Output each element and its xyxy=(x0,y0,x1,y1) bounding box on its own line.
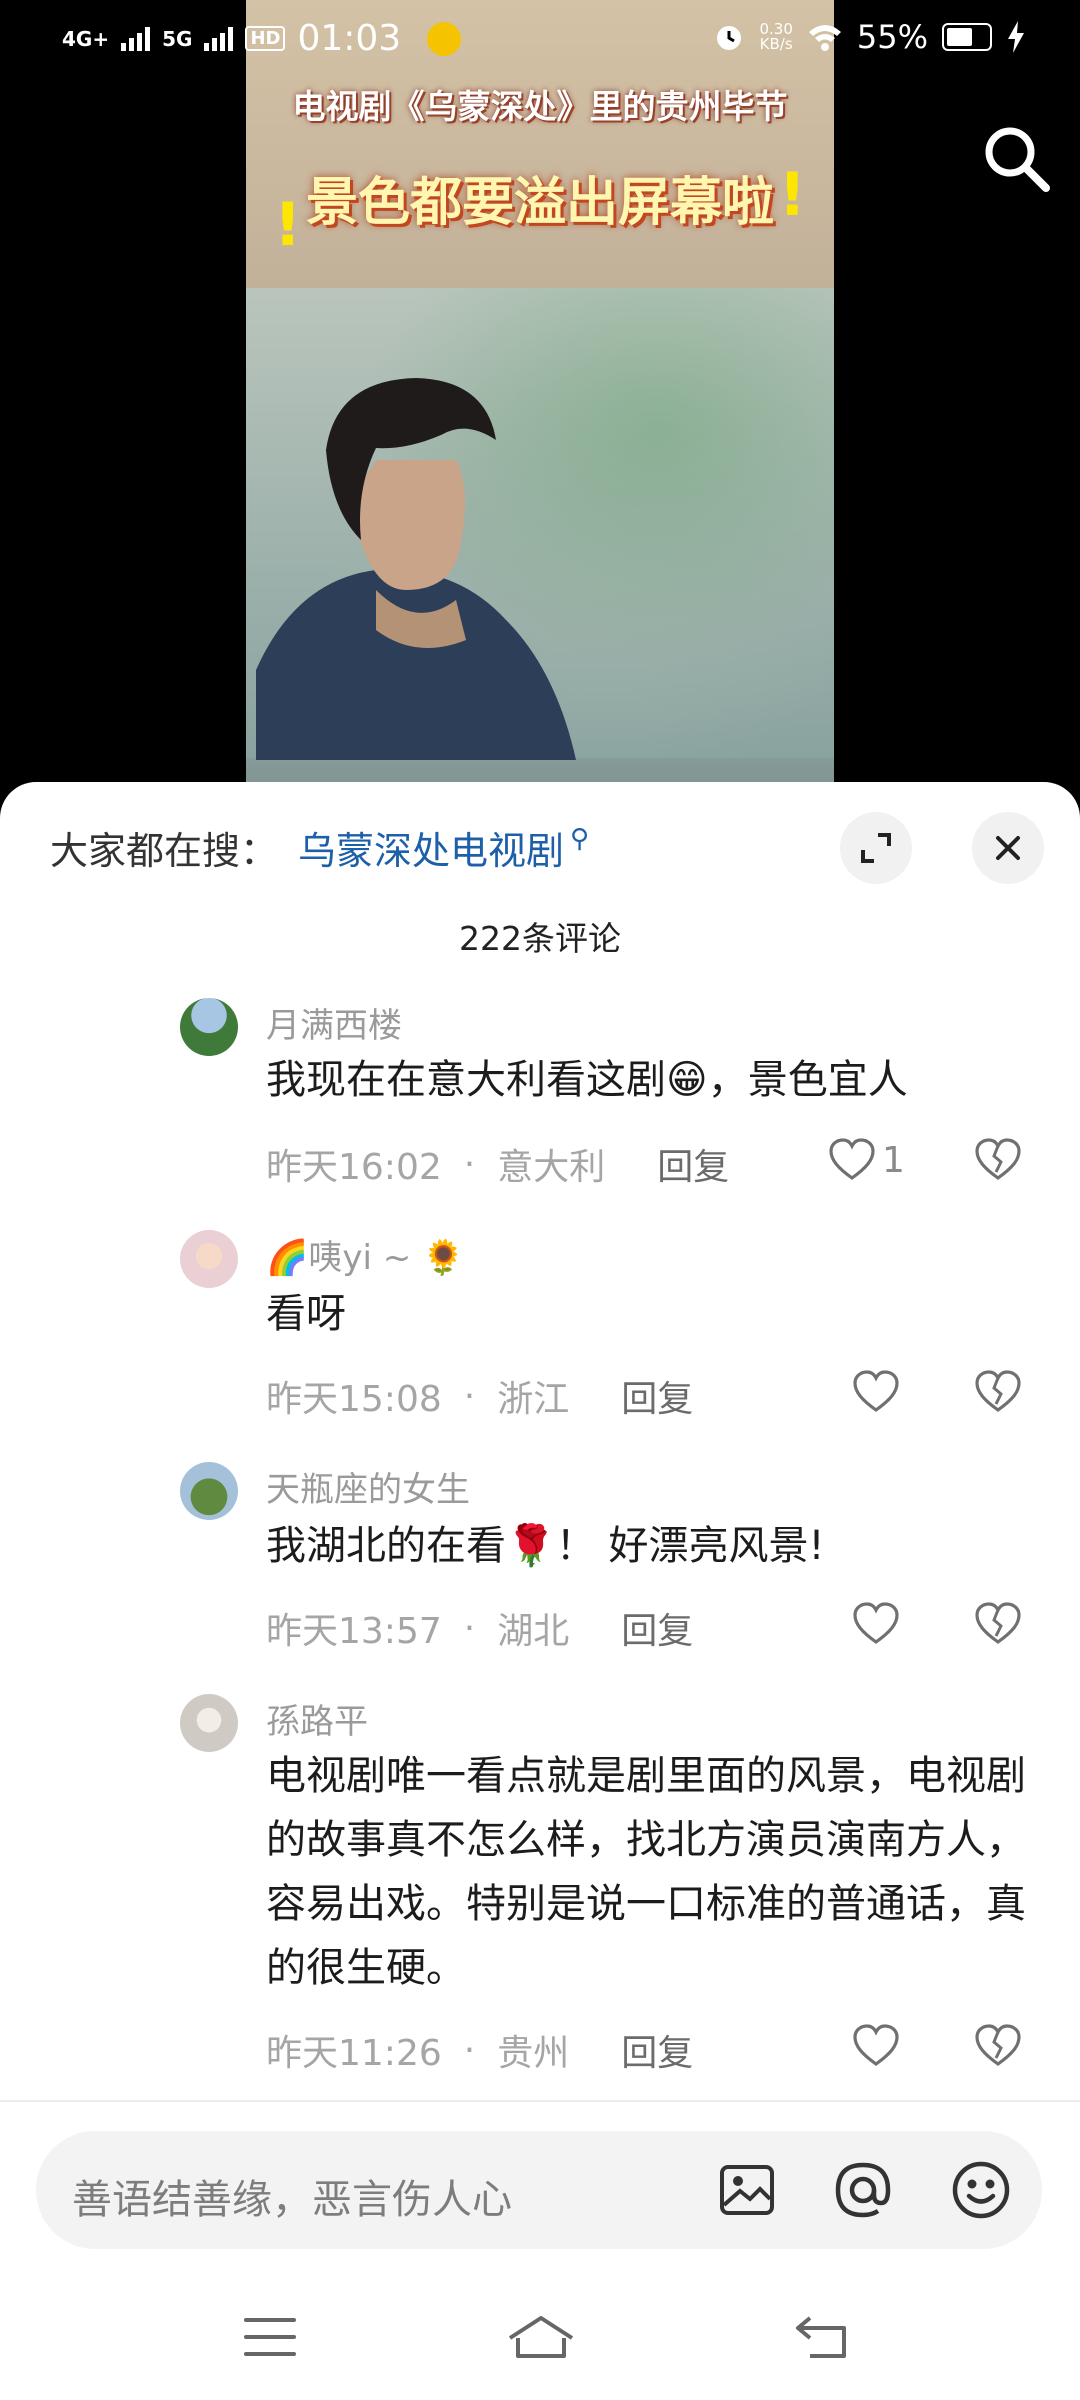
image-icon[interactable] xyxy=(716,2159,778,2221)
actor-figure xyxy=(256,378,576,760)
expand-button[interactable] xyxy=(840,812,912,884)
reply-button[interactable]: 回复 xyxy=(657,1138,729,1190)
alarm-icon xyxy=(717,26,742,50)
signal-5g: 5G xyxy=(162,29,192,49)
like-button[interactable] xyxy=(852,1370,900,1414)
wifi-icon xyxy=(808,25,841,51)
heart-icon xyxy=(853,2024,899,2066)
comment-meta: 昨天13:57 · 湖北 回复 xyxy=(266,1602,693,1654)
comment-meta: 昨天15:08 · 浙江 回复 xyxy=(266,1370,693,1422)
broken-heart-icon[interactable] xyxy=(974,1370,1022,1414)
clock-time: 01:03 xyxy=(297,18,402,59)
charging-icon xyxy=(1008,21,1024,53)
comment-author[interactable]: 月满西楼 xyxy=(266,998,402,1047)
exclamation-decoration-right: ! xyxy=(778,160,806,230)
comment-text: 我湖北的在看🌹！ 好漂亮风景! xyxy=(266,1523,825,1569)
comment-location: 湖北 xyxy=(497,1611,570,1652)
avatar[interactable] xyxy=(180,1230,238,1288)
status-bar: 4G+ 5G HD 01:03 0.30 KB/s 55% xyxy=(0,0,1080,84)
comment-input[interactable]: 善语结善缘，恶言伤人心 xyxy=(36,2131,1042,2249)
meta-separator: · xyxy=(463,1607,476,1649)
hd-badge: HD xyxy=(245,26,286,51)
hot-search-keyword[interactable]: 乌蒙深处电视剧 xyxy=(298,820,564,875)
heart-icon xyxy=(829,1138,875,1180)
broken-heart-icon[interactable] xyxy=(974,2024,1022,2068)
comment-time: 昨天13:57 xyxy=(266,1611,442,1652)
video-title-line1: 电视剧《乌蒙深处》里的贵州毕节 xyxy=(292,87,788,126)
reply-button[interactable]: 回复 xyxy=(621,2024,693,2076)
video-player[interactable]: 电视剧《乌蒙深处》里的贵州毕节 ! 景色都要溢出屏幕啦 ! xyxy=(246,0,834,790)
comment-author[interactable]: 孫路平 xyxy=(266,1694,368,1743)
hot-search[interactable]: 大家都在搜： 乌蒙深处电视剧 ⚲ xyxy=(50,820,589,875)
app-notification-icon xyxy=(427,21,462,56)
signal-4g: 4G+ xyxy=(62,29,109,49)
comment-location: 意大利 xyxy=(497,1147,606,1188)
comment-author[interactable]: 🌈咦yi ~ 🌻 xyxy=(266,1230,464,1279)
battery-percent: 55% xyxy=(856,18,928,56)
comment-text: 我现在在意大利看这剧😁，景色宜人 xyxy=(266,1057,908,1103)
search-small-icon: ⚲ xyxy=(570,823,590,854)
comment-text: 电视剧唯一看点就是剧里面的风景，电视剧的故事真不怎么样，找北方演员演南方人，容易… xyxy=(266,1753,1026,1991)
close-icon xyxy=(996,836,1020,860)
like-count: 1 xyxy=(882,1139,905,1181)
like-button[interactable]: 1 xyxy=(828,1138,905,1182)
search-icon[interactable] xyxy=(980,122,1052,194)
heart-icon xyxy=(853,1370,899,1412)
network-speed: 0.30 KB/s xyxy=(759,22,792,52)
reply-button[interactable]: 回复 xyxy=(621,1602,693,1654)
signal-5g-label: 5G xyxy=(162,26,193,51)
like-button[interactable] xyxy=(852,1602,900,1646)
meta-separator: · xyxy=(463,1375,476,1417)
at-icon[interactable] xyxy=(832,2159,894,2221)
home-icon[interactable] xyxy=(506,2312,576,2362)
comment-time: 昨天11:26 xyxy=(266,2033,442,2074)
hot-search-label: 大家都在搜： xyxy=(50,829,279,873)
comment-count: 222条评论 xyxy=(459,919,621,958)
comment-meta: 昨天11:26 · 贵州 回复 xyxy=(266,2024,693,2076)
video-title-line2: 景色都要溢出屏幕啦 xyxy=(305,173,774,233)
heart-icon xyxy=(853,1602,899,1644)
comment-meta: 昨天16:02 · 意大利 回复 xyxy=(266,1138,729,1190)
like-button[interactable] xyxy=(852,2024,900,2068)
comment-location: 浙江 xyxy=(497,1379,570,1420)
comment-time: 昨天15:08 xyxy=(266,1379,442,1420)
avatar[interactable] xyxy=(180,1694,238,1752)
comment-author[interactable]: 天瓶座的女生 xyxy=(266,1462,470,1511)
navigation-bar xyxy=(0,2272,1080,2400)
broken-heart-icon[interactable] xyxy=(974,1602,1022,1646)
comment-location: 贵州 xyxy=(497,2033,570,2074)
comment-text: 看呀 xyxy=(266,1291,346,1337)
input-divider xyxy=(0,2100,1080,2102)
signal-4g-label: 4G+ xyxy=(62,26,110,51)
comment-time: 昨天16:02 xyxy=(266,1147,442,1188)
battery-icon xyxy=(942,23,992,51)
broken-heart-icon[interactable] xyxy=(974,1138,1022,1182)
comment-input-placeholder: 善语结善缘，恶言伤人心 xyxy=(72,2177,512,2223)
reply-button[interactable]: 回复 xyxy=(621,1370,693,1422)
meta-separator: · xyxy=(463,2029,476,2071)
meta-separator: · xyxy=(463,1143,476,1185)
close-button[interactable] xyxy=(972,812,1044,884)
expand-icon xyxy=(861,833,891,863)
avatar[interactable] xyxy=(180,998,238,1056)
network-speed-unit: KB/s xyxy=(759,35,793,53)
back-icon[interactable] xyxy=(792,2312,852,2362)
menu-icon[interactable] xyxy=(240,2312,300,2362)
emoji-icon[interactable] xyxy=(950,2159,1012,2221)
avatar[interactable] xyxy=(180,1462,238,1520)
signal-bars-icon xyxy=(121,26,151,51)
signal-bars-icon xyxy=(204,26,234,51)
